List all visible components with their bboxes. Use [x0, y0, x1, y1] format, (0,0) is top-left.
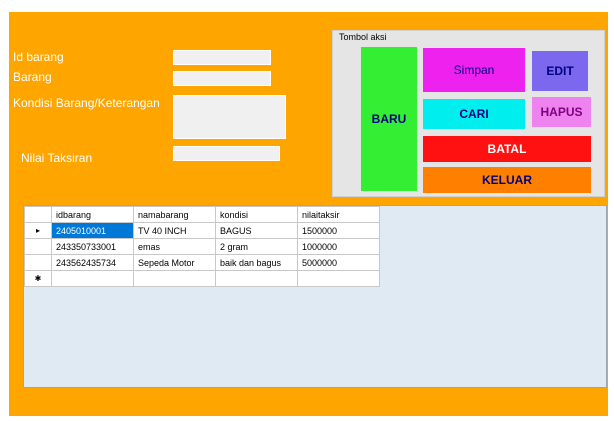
- group-title: Tombol aksi: [339, 32, 387, 42]
- keluar-button[interactable]: KELUAR: [423, 167, 591, 193]
- table-cell[interactable]: 5000000: [297, 254, 380, 271]
- table-cell[interactable]: baik dan bagus: [215, 254, 298, 271]
- barang-input[interactable]: [173, 71, 271, 86]
- table-row[interactable]: 243350733001 emas 2 gram 1000000: [24, 238, 380, 255]
- data-grid[interactable]: idbarang namabarang kondisi nilaitaksir …: [23, 205, 607, 388]
- action-group: Tombol aksi BARU Simpan EDIT CARI HAPUS …: [332, 30, 605, 197]
- table-row[interactable]: 243562435734 Sepeda Motor baik dan bagus…: [24, 254, 380, 271]
- table-cell[interactable]: 1500000: [297, 222, 380, 239]
- data-table: idbarang namabarang kondisi nilaitaksir …: [24, 206, 380, 287]
- table-cell[interactable]: BAGUS: [215, 222, 298, 239]
- table-cell[interactable]: TV 40 INCH: [133, 222, 216, 239]
- table-row[interactable]: ▸ 2405010001 TV 40 INCH BAGUS 1500000: [24, 222, 380, 239]
- table-cell[interactable]: [51, 270, 134, 287]
- new-row-icon[interactable]: ✱: [24, 270, 52, 287]
- table-cell[interactable]: Sepeda Motor: [133, 254, 216, 271]
- hapus-button[interactable]: HAPUS: [532, 97, 591, 127]
- row-selector-icon[interactable]: ▸: [24, 222, 52, 239]
- label-nilai-taksiran: Nilai Taksiran: [21, 151, 93, 165]
- table-cell[interactable]: [297, 270, 380, 287]
- column-header-idbarang[interactable]: idbarang: [51, 206, 134, 223]
- row-selector-icon[interactable]: [24, 238, 52, 255]
- label-barang: Barang: [13, 70, 52, 84]
- table-cell[interactable]: [133, 270, 216, 287]
- column-header-namabarang[interactable]: namabarang: [133, 206, 216, 223]
- table-cell[interactable]: 243350733001: [51, 238, 134, 255]
- label-id-barang: Id barang: [13, 50, 64, 64]
- main-form: Id barang Barang Kondisi Barang/Keterang…: [9, 12, 608, 416]
- column-header-kondisi[interactable]: kondisi: [215, 206, 298, 223]
- kondisi-textarea[interactable]: [173, 95, 286, 139]
- header-row: idbarang namabarang kondisi nilaitaksir: [24, 206, 380, 223]
- new-row[interactable]: ✱: [24, 270, 380, 287]
- table-cell[interactable]: 243562435734: [51, 254, 134, 271]
- column-header-nilaitaksir[interactable]: nilaitaksir: [297, 206, 380, 223]
- simpan-button[interactable]: Simpan: [423, 48, 525, 92]
- row-selector-icon[interactable]: [24, 254, 52, 271]
- table-cell[interactable]: 2 gram: [215, 238, 298, 255]
- baru-button[interactable]: BARU: [361, 47, 417, 191]
- nilai-taksiran-input[interactable]: [173, 146, 280, 161]
- row-header-corner: [24, 206, 52, 223]
- table-cell[interactable]: emas: [133, 238, 216, 255]
- table-cell[interactable]: [215, 270, 298, 287]
- edit-button[interactable]: EDIT: [532, 51, 588, 91]
- label-kondisi: Kondisi Barang/Keterangan: [13, 96, 160, 110]
- id-barang-input[interactable]: [173, 50, 271, 65]
- cari-button[interactable]: CARI: [423, 99, 525, 129]
- batal-button[interactable]: BATAL: [423, 136, 591, 162]
- table-cell[interactable]: 1000000: [297, 238, 380, 255]
- table-cell[interactable]: 2405010001: [51, 222, 134, 239]
